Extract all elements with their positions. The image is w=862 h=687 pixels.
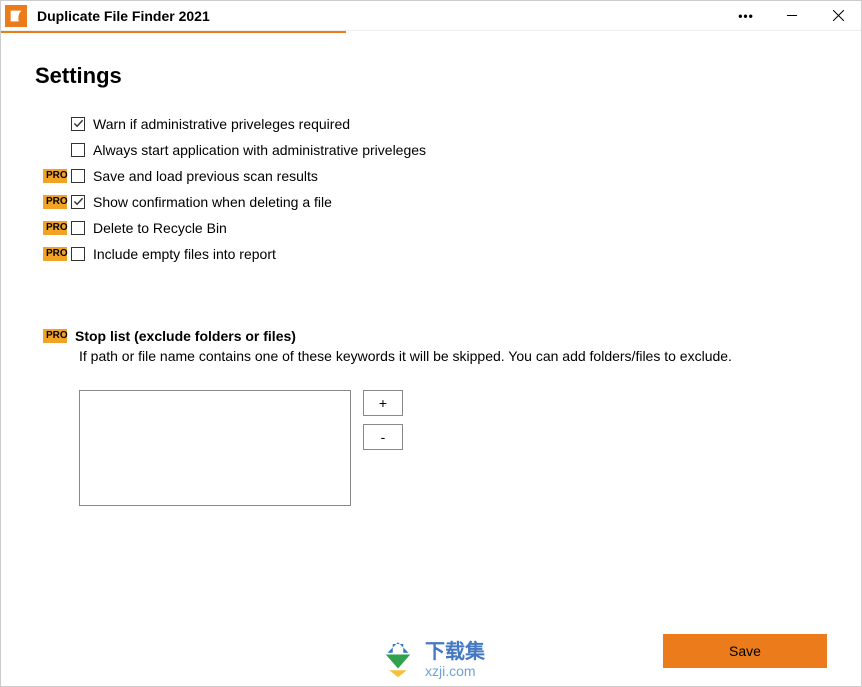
option-always-admin: Always start application with administra… — [43, 137, 827, 162]
footer: Save — [663, 634, 827, 668]
checkbox-save-results[interactable] — [71, 169, 85, 183]
option-label: Include empty files into report — [93, 246, 276, 262]
stoplist-header: PRO Stop list (exclude folders or files) — [43, 328, 827, 344]
page-title: Settings — [35, 63, 827, 89]
option-label: Delete to Recycle Bin — [93, 220, 227, 236]
checkbox-confirm-delete[interactable] — [71, 195, 85, 209]
option-label: Save and load previous scan results — [93, 168, 318, 184]
close-button[interactable] — [815, 1, 861, 31]
stoplist-description: If path or file name contains one of the… — [79, 348, 827, 364]
option-label: Warn if administrative priveleges requir… — [93, 116, 350, 132]
checkbox-warn-admin[interactable] — [71, 117, 85, 131]
stoplist-title: Stop list (exclude folders or files) — [75, 328, 296, 344]
app-title: Duplicate File Finder 2021 — [37, 8, 210, 24]
save-button[interactable]: Save — [663, 634, 827, 668]
stoplist-controls: + - — [79, 390, 827, 506]
checkbox-recycle-bin[interactable] — [71, 221, 85, 235]
checkbox-empty-files[interactable] — [71, 247, 85, 261]
pro-badge: PRO — [43, 169, 67, 183]
pro-badge: PRO — [43, 221, 67, 235]
pro-badge: PRO — [43, 329, 67, 343]
app-icon — [5, 5, 27, 27]
watermark-url: xzji.com — [425, 664, 485, 678]
checkbox-always-admin[interactable] — [71, 143, 85, 157]
stoplist-listbox[interactable] — [79, 390, 351, 506]
pro-badge: PRO — [43, 195, 67, 209]
option-warn-admin: Warn if administrative priveleges requir… — [43, 111, 827, 136]
option-confirm-delete: PRO Show confirmation when deleting a fi… — [43, 189, 827, 214]
option-label: Always start application with administra… — [93, 142, 426, 158]
titlebar: Duplicate File Finder 2021 ••• — [1, 1, 861, 31]
app-window: Duplicate File Finder 2021 ••• Settings … — [0, 0, 862, 687]
stoplist-buttons: + - — [363, 390, 403, 450]
content-area: Settings Warn if administrative priveleg… — [1, 33, 861, 686]
option-label: Show confirmation when deleting a file — [93, 194, 332, 210]
option-empty-files: PRO Include empty files into report — [43, 241, 827, 266]
stoplist-section: PRO Stop list (exclude folders or files)… — [43, 328, 827, 506]
watermark: 下载集 xzji.com — [377, 637, 485, 682]
pro-badge: PRO — [43, 247, 67, 261]
watermark-cn: 下载集 — [425, 642, 485, 662]
add-button[interactable]: + — [363, 390, 403, 416]
option-save-results: PRO Save and load previous scan results — [43, 163, 827, 188]
option-recycle-bin: PRO Delete to Recycle Bin — [43, 215, 827, 240]
more-button[interactable]: ••• — [723, 1, 769, 31]
options-list: Warn if administrative priveleges requir… — [43, 111, 827, 266]
remove-button[interactable]: - — [363, 424, 403, 450]
minimize-button[interactable] — [769, 1, 815, 31]
download-icon — [377, 637, 419, 682]
